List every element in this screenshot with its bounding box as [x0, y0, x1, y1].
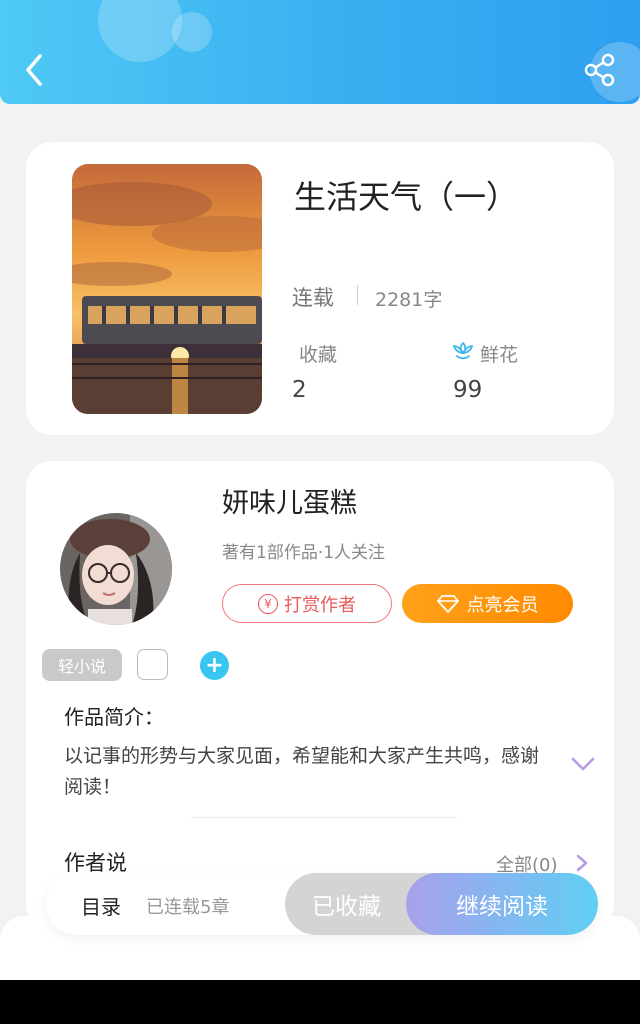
- decorative-bubble: [98, 0, 182, 62]
- divider: [357, 285, 358, 305]
- chapter-count: 已连载5章: [146, 897, 230, 918]
- intro-label: 作品简介：: [64, 705, 164, 729]
- section-divider: [191, 817, 457, 818]
- share-icon: [584, 53, 615, 87]
- light-up-vip-button[interactable]: 点亮会员: [402, 584, 573, 623]
- flower-icon: [452, 341, 474, 360]
- back-button[interactable]: [18, 50, 54, 90]
- flowers-count: 99: [453, 377, 483, 403]
- vip-label: 点亮会员: [466, 594, 539, 616]
- yen-icon: ¥: [258, 593, 278, 614]
- author-name[interactable]: 妍味儿蛋糕: [222, 481, 357, 520]
- favorites-count: 2: [292, 377, 307, 403]
- continue-reading-button[interactable]: 继续阅读: [406, 873, 598, 935]
- author-card: 妍味儿蛋糕 著有1部作品·1人关注 ¥ 打赏作者 点亮会员 轻小说 + 作品简介…: [26, 461, 614, 931]
- serial-status: 连载: [292, 286, 334, 310]
- author-meta: 著有1部作品·1人关注: [222, 543, 386, 563]
- genre-tag[interactable]: 轻小说: [42, 649, 122, 681]
- chevron-down-icon[interactable]: [570, 755, 596, 773]
- word-count: 2281字: [375, 289, 443, 311]
- intro-text: 以记事的形势与大家见面，希望能和大家产生共鸣，感谢阅读！: [64, 745, 540, 798]
- system-nav-bar: [0, 980, 640, 1024]
- book-title: 生活天气（一）: [294, 178, 519, 216]
- add-tag-button[interactable]: +: [200, 651, 229, 680]
- tip-author-button[interactable]: ¥ 打赏作者: [222, 584, 392, 623]
- toc-button[interactable]: 目录: [81, 891, 121, 920]
- chevron-left-icon: [26, 54, 42, 86]
- empty-tag-slot[interactable]: [137, 649, 168, 680]
- decorative-bubble: [172, 12, 212, 52]
- book-info-card: 生活天气（一） 连载 2281字 收藏 2 鲜花 99: [26, 142, 614, 435]
- share-button[interactable]: [582, 52, 618, 88]
- book-cover-image: [72, 164, 262, 414]
- flowers-label: 鲜花: [480, 344, 519, 366]
- favorites-label: 收藏: [299, 344, 338, 366]
- tip-author-label: 打赏作者: [284, 594, 356, 616]
- chevron-right-icon[interactable]: [575, 853, 589, 873]
- bottom-action-bar: 目录 已连载5章 已收藏 继续阅读: [46, 873, 598, 935]
- diamond-icon: [436, 594, 459, 613]
- top-header: [0, 0, 640, 104]
- author-avatar[interactable]: [60, 513, 172, 625]
